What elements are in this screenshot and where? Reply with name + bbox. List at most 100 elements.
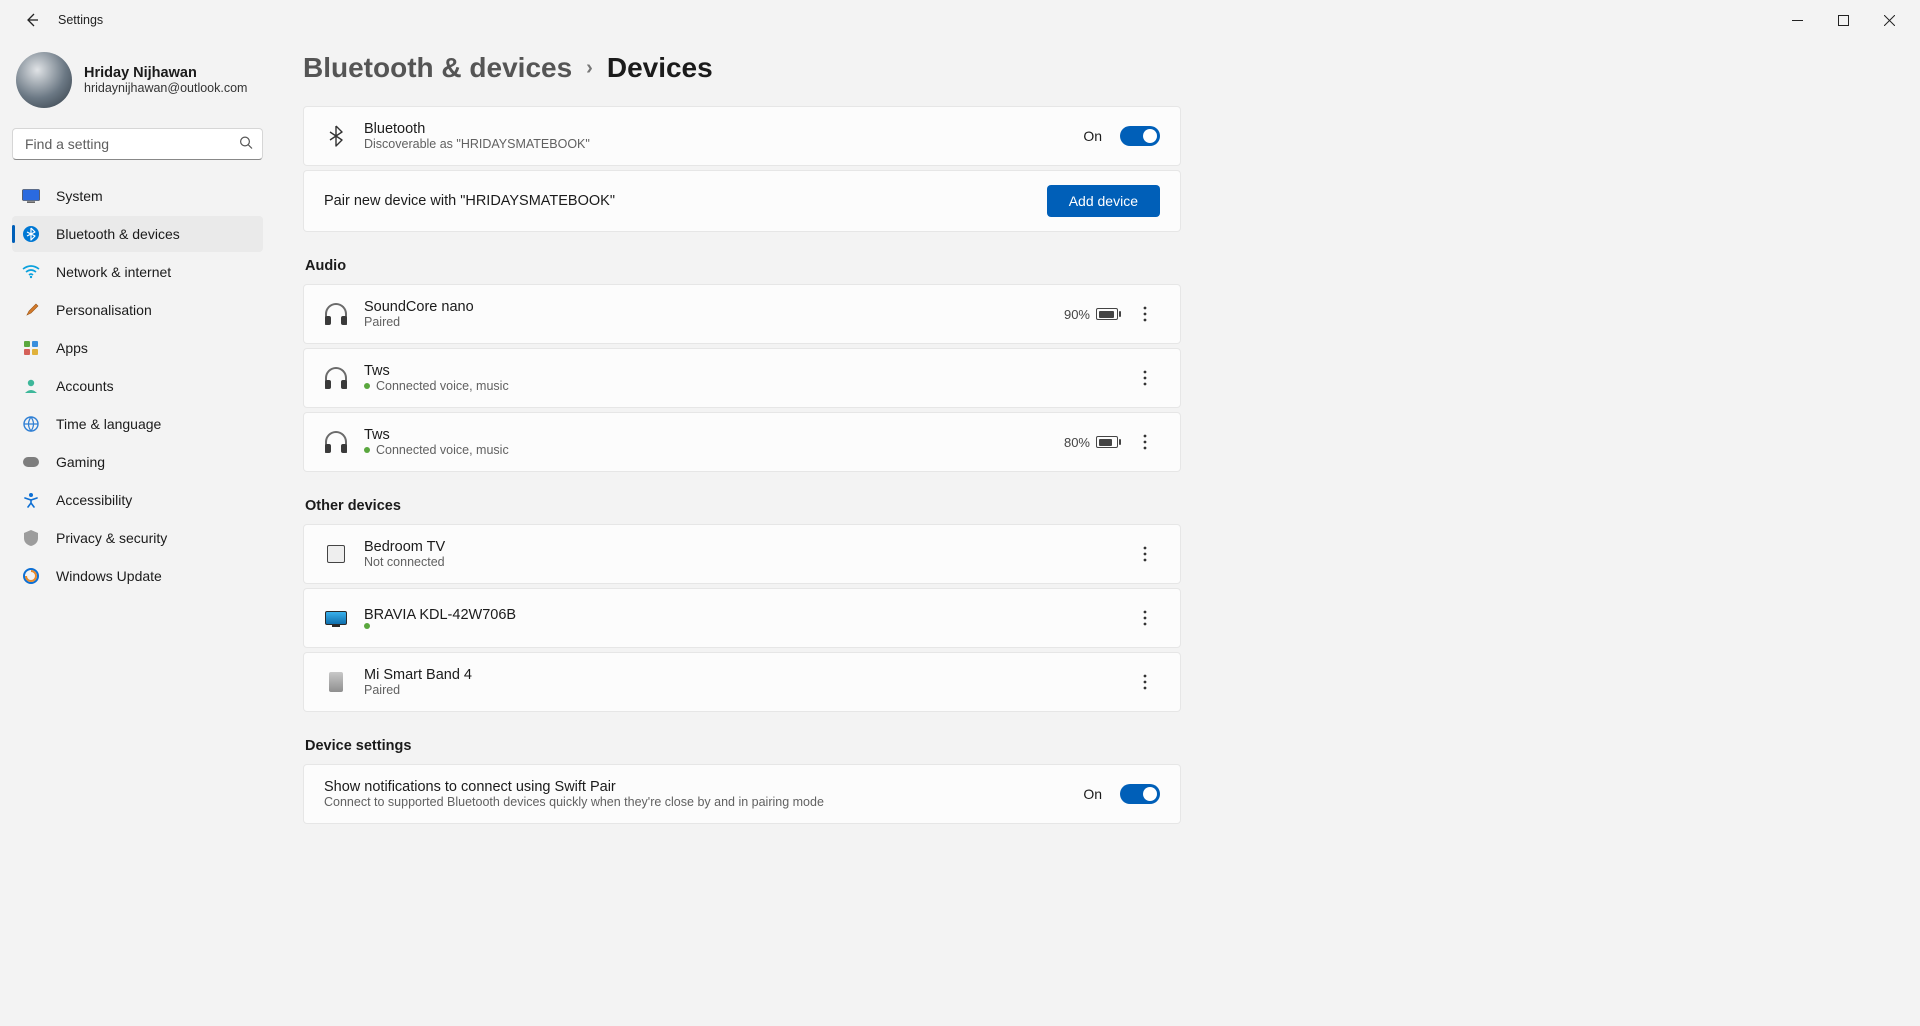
battery-icon <box>1096 436 1118 448</box>
minimize-button[interactable] <box>1774 4 1820 36</box>
section-title-other: Other devices <box>305 498 1183 514</box>
bluetooth-card: Bluetooth Discoverable as "HRIDAYSMATEBO… <box>303 106 1181 166</box>
sidebar-item-label: Time & language <box>56 416 161 432</box>
sidebar-item-network[interactable]: Network & internet <box>12 254 263 290</box>
device-status: Connected voice, music <box>364 379 1130 393</box>
device-icon <box>324 670 348 694</box>
more-button[interactable] <box>1130 363 1160 393</box>
sidebar-item-system[interactable]: System <box>12 178 263 214</box>
shield-icon <box>22 529 40 547</box>
connected-dot-icon <box>364 447 370 453</box>
arrow-left-icon <box>24 12 40 28</box>
bluetooth-subtitle: Discoverable as "HRIDAYSMATEBOOK" <box>364 137 1083 151</box>
more-vertical-icon <box>1143 306 1147 322</box>
sidebar-item-accounts[interactable]: Accounts <box>12 368 263 404</box>
globe-icon <box>22 415 40 433</box>
back-button[interactable] <box>16 4 48 36</box>
more-vertical-icon <box>1143 370 1147 386</box>
window-title: Settings <box>58 13 103 27</box>
battery-icon <box>1096 308 1118 320</box>
swift-toggle[interactable] <box>1120 784 1160 804</box>
device-row[interactable]: Mi Smart Band 4Paired <box>303 652 1181 712</box>
device-name: SoundCore nano <box>364 299 1064 315</box>
device-name: Tws <box>364 363 1130 379</box>
sidebar-item-label: Bluetooth & devices <box>56 226 180 242</box>
maximize-button[interactable] <box>1820 4 1866 36</box>
bluetooth-state-label: On <box>1083 128 1102 144</box>
breadcrumb-parent[interactable]: Bluetooth & devices <box>303 52 572 84</box>
battery-indicator: 90% <box>1064 307 1118 322</box>
sidebar: Hriday Nijhawan hridaynijhawan@outlook.c… <box>0 40 275 1026</box>
device-row[interactable]: TwsConnected voice, music80% <box>303 412 1181 472</box>
more-vertical-icon <box>1143 674 1147 690</box>
pair-card: Pair new device with "HRIDAYSMATEBOOK" A… <box>303 170 1181 232</box>
sidebar-item-personalisation[interactable]: Personalisation <box>12 292 263 328</box>
device-status: Not connected <box>364 555 1130 569</box>
cast-device-icon <box>324 542 348 566</box>
section-title-device-settings: Device settings <box>305 738 1183 754</box>
sidebar-item-label: Windows Update <box>56 568 162 584</box>
device-name: Mi Smart Band 4 <box>364 667 1130 683</box>
sidebar-item-label: Network & internet <box>56 264 171 280</box>
more-vertical-icon <box>1143 434 1147 450</box>
add-device-button[interactable]: Add device <box>1047 185 1160 217</box>
swift-subtitle: Connect to supported Bluetooth devices q… <box>324 795 1083 809</box>
device-name: Tws <box>364 427 1064 443</box>
sidebar-item-time-language[interactable]: Time & language <box>12 406 263 442</box>
maximize-icon <box>1838 15 1849 26</box>
headphones-icon <box>324 430 348 454</box>
sidebar-item-bluetooth-devices[interactable]: Bluetooth & devices <box>12 216 263 252</box>
device-row[interactable]: SoundCore nanoPaired90% <box>303 284 1181 344</box>
sidebar-item-privacy[interactable]: Privacy & security <box>12 520 263 556</box>
more-button[interactable] <box>1130 427 1160 457</box>
battery-label: 80% <box>1064 435 1090 450</box>
search-input[interactable] <box>12 128 263 160</box>
sidebar-item-label: Accounts <box>56 378 114 394</box>
device-row[interactable]: Bedroom TVNot connected <box>303 524 1181 584</box>
search-wrap <box>12 128 263 160</box>
headphones-icon <box>324 302 348 326</box>
more-button[interactable] <box>1130 667 1160 697</box>
profile-block[interactable]: Hriday Nijhawan hridaynijhawan@outlook.c… <box>12 48 263 124</box>
bluetooth-icon <box>324 124 348 148</box>
system-icon <box>22 187 40 205</box>
brush-icon <box>22 301 40 319</box>
avatar <box>16 52 72 108</box>
sidebar-item-accessibility[interactable]: Accessibility <box>12 482 263 518</box>
device-row[interactable]: TwsConnected voice, music <box>303 348 1181 408</box>
more-button[interactable] <box>1130 539 1160 569</box>
sidebar-item-apps[interactable]: Apps <box>12 330 263 366</box>
close-icon <box>1884 15 1895 26</box>
device-name: BRAVIA KDL-42W706B <box>364 607 1130 623</box>
profile-name: Hriday Nijhawan <box>84 65 247 81</box>
search-icon <box>239 136 253 153</box>
more-button[interactable] <box>1130 603 1160 633</box>
breadcrumb-current: Devices <box>607 52 713 84</box>
device-status: Paired <box>364 683 1130 697</box>
sidebar-item-windows-update[interactable]: Windows Update <box>12 558 263 594</box>
more-vertical-icon <box>1143 546 1147 562</box>
close-button[interactable] <box>1866 4 1912 36</box>
headphones-icon <box>324 366 348 390</box>
device-status <box>364 623 1130 629</box>
connected-dot-icon <box>364 383 370 389</box>
sidebar-item-label: Personalisation <box>56 302 152 318</box>
more-vertical-icon <box>1143 610 1147 626</box>
more-button[interactable] <box>1130 299 1160 329</box>
device-row[interactable]: BRAVIA KDL-42W706B <box>303 588 1181 648</box>
pair-text: Pair new device with "HRIDAYSMATEBOOK" <box>324 193 1047 209</box>
wifi-icon <box>22 263 40 281</box>
sidebar-item-gaming[interactable]: Gaming <box>12 444 263 480</box>
bluetooth-toggle[interactable] <box>1120 126 1160 146</box>
bluetooth-icon <box>22 225 40 243</box>
update-icon <box>22 567 40 585</box>
minimize-icon <box>1792 15 1803 26</box>
sidebar-item-label: System <box>56 188 103 204</box>
swift-state-label: On <box>1083 786 1102 802</box>
bluetooth-title: Bluetooth <box>364 121 1083 137</box>
sidebar-item-label: Accessibility <box>56 492 132 508</box>
tv-icon <box>324 606 348 630</box>
swift-pair-card: Show notifications to connect using Swif… <box>303 764 1181 824</box>
content: Bluetooth & devices › Devices Bluetooth … <box>275 40 1920 1026</box>
gamepad-icon <box>22 453 40 471</box>
